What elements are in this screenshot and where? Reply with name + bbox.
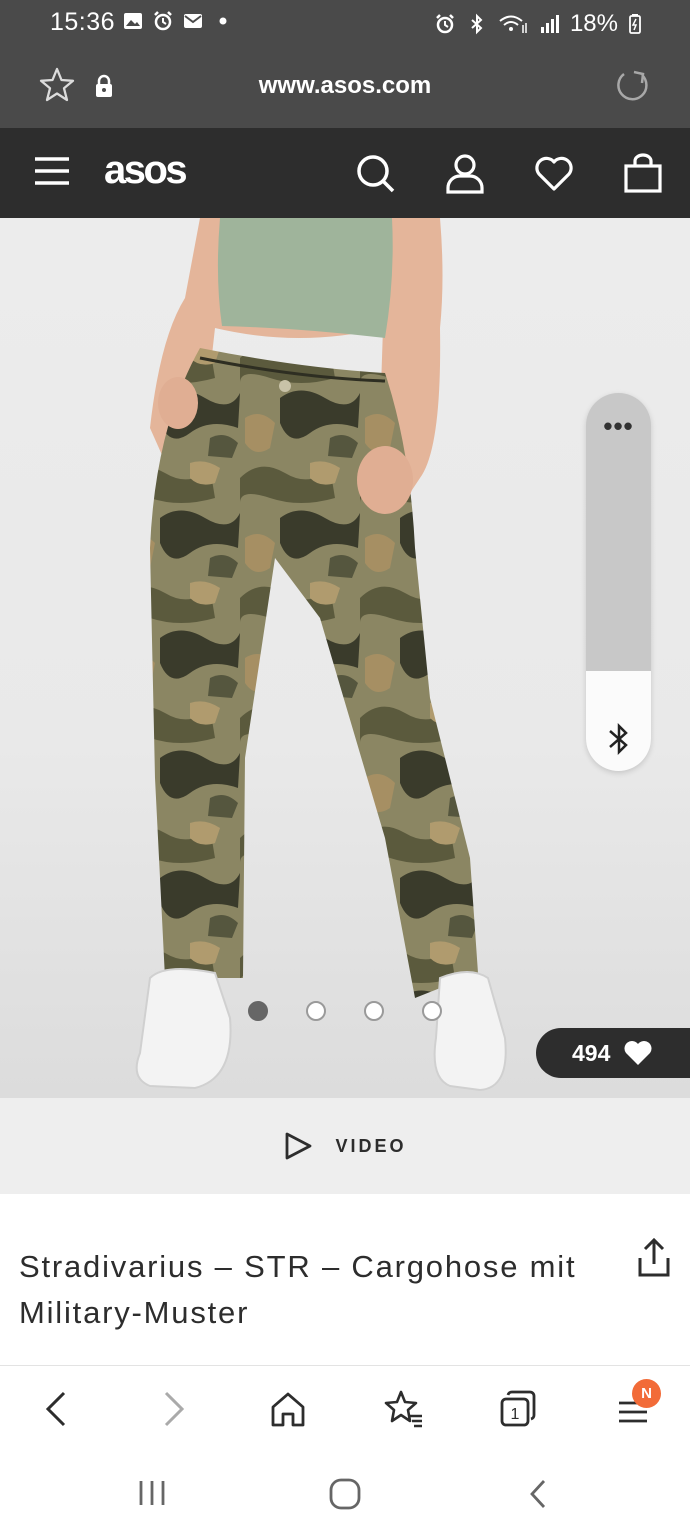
gallery-dot-2[interactable] (306, 1001, 326, 1021)
mail-icon (184, 14, 202, 28)
gallery-dot-4[interactable] (422, 1001, 442, 1021)
likes-count: 494 (572, 1039, 611, 1066)
menu-notification-badge: N (632, 1379, 661, 1408)
status-bar: 15:36 18% (0, 0, 690, 44)
video-label: VIDEO (335, 1135, 407, 1156)
tabs-icon[interactable]: 1 (498, 1389, 538, 1429)
gallery-dot-3[interactable] (364, 1001, 384, 1021)
product-title-section: Stradivarius – STR – Cargohose mit Milit… (0, 1194, 690, 1366)
menu-icon[interactable] (34, 156, 70, 186)
recent-apps-icon[interactable] (137, 1477, 167, 1509)
home-icon[interactable] (268, 1389, 308, 1429)
browser-url-bar: www.asos.com (0, 44, 690, 128)
gallery-dot-1[interactable] (248, 1001, 268, 1021)
signal-icon (540, 15, 559, 33)
heart-filled-icon (624, 1041, 652, 1065)
battery-level: 18% (569, 10, 618, 37)
battery-charging-icon (629, 14, 641, 34)
browser-toolbar: 1 (0, 1367, 690, 1453)
gallery-pagination (248, 1001, 442, 1021)
floating-edge-panel[interactable]: ••• (586, 393, 651, 771)
more-options-icon[interactable]: ••• (586, 411, 651, 442)
notification-dot-icon (219, 17, 227, 25)
alarm-icon (436, 14, 454, 34)
alarm-icon (154, 11, 172, 31)
wifi-icon (499, 15, 527, 33)
video-button[interactable]: VIDEO (0, 1098, 690, 1194)
reload-icon[interactable] (612, 66, 652, 106)
account-icon[interactable] (444, 152, 486, 194)
play-icon (286, 1132, 312, 1160)
back-icon[interactable] (42, 1389, 70, 1429)
bluetooth-icon (471, 13, 483, 35)
status-time: 15:36 (50, 8, 116, 36)
forward-icon[interactable] (160, 1389, 188, 1429)
bluetooth-icon[interactable] (605, 721, 633, 757)
search-icon[interactable] (354, 152, 396, 194)
share-icon[interactable] (636, 1238, 672, 1278)
site-header: asos (0, 128, 690, 218)
likes-pill[interactable]: 494 (536, 1028, 690, 1078)
gallery-icon (124, 13, 142, 29)
tabs-count: 1 (511, 1406, 520, 1423)
system-back-icon[interactable] (526, 1477, 550, 1511)
android-navigation-bar (0, 1453, 690, 1538)
product-title: Stradivarius – STR – Cargohose mit Milit… (19, 1249, 577, 1330)
home-button-icon[interactable] (328, 1477, 362, 1511)
asos-logo[interactable]: asos (104, 148, 188, 193)
bookmarks-icon[interactable] (382, 1389, 424, 1431)
bag-icon[interactable] (622, 152, 664, 194)
url-text[interactable]: www.asos.com (0, 72, 690, 100)
heart-icon[interactable] (533, 152, 575, 194)
